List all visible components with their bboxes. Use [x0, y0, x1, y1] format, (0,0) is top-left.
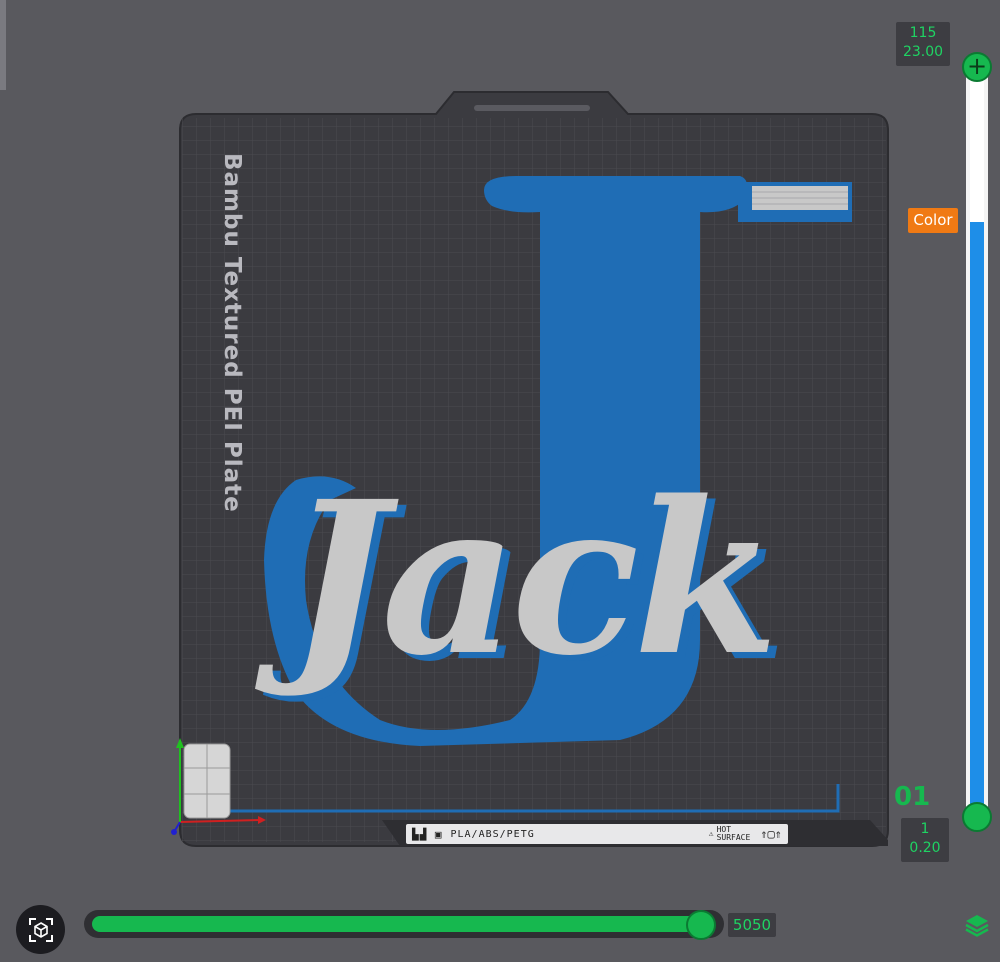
- model-jack-text: Jack: [288, 455, 779, 702]
- bambu-logo-icon: ▙▟ ▣: [412, 827, 443, 841]
- warning-icon: ⚠: [708, 829, 714, 838]
- layers-button[interactable]: [962, 910, 992, 940]
- hot-surface-warning: ⚠ HOT SURFACE: [708, 825, 751, 842]
- view-cube: [183, 743, 231, 819]
- move-slider-handle[interactable]: [686, 910, 716, 940]
- plate-handle-slot: [474, 105, 590, 111]
- plus-icon: +: [966, 52, 988, 80]
- color-change-tag[interactable]: Color: [908, 208, 958, 233]
- plate-material: PLA/ABS/PETG: [450, 828, 535, 840]
- current-layer-badge: 01: [894, 782, 931, 812]
- top-layer-height: 23.00: [902, 44, 944, 60]
- layers-icon: [965, 915, 989, 937]
- top-layer-readout: 115 23.00: [896, 22, 950, 66]
- cube-focus-icon: [28, 917, 53, 942]
- layer-slider-unprinted: [970, 70, 984, 222]
- cube-focus-button[interactable]: [16, 905, 65, 954]
- move-slider-value: 5050: [728, 913, 776, 937]
- bottom-layer-readout: 1 0.20: [901, 818, 949, 862]
- plate-orientation-icon: ⇑▢⇑: [760, 827, 782, 841]
- layer-slider-top-handle[interactable]: +: [962, 52, 992, 82]
- bottom-layer-height: 0.20: [909, 840, 941, 856]
- layer-slider-range: [970, 222, 984, 816]
- plate-info-bar: ▙▟ ▣ PLA/ABS/PETG ⚠ HOT SURFACE ⇑▢⇑: [406, 824, 788, 844]
- move-slider-fill: [92, 916, 702, 932]
- top-layer-number: 115: [909, 25, 937, 41]
- plate-type-label: Bambu Textured PEI Plate: [219, 153, 245, 513]
- bottom-layer-number: 1: [920, 821, 930, 837]
- layer-slider-bottom-handle[interactable]: [962, 802, 992, 832]
